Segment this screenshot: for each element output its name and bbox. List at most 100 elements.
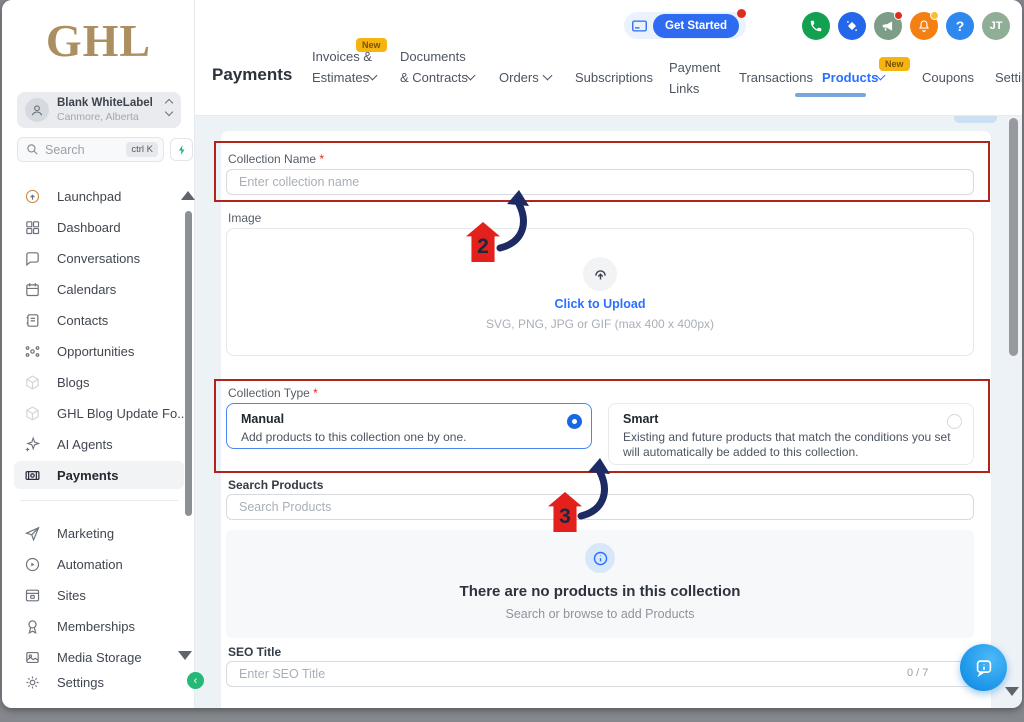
browser-window-icon <box>24 587 41 604</box>
phone-button[interactable] <box>802 12 830 40</box>
contacts-book-icon <box>24 312 41 329</box>
sidebar-item-payments[interactable]: Payments <box>14 461 184 489</box>
collection-type-option-smart[interactable]: Smart Existing and future products that … <box>608 403 974 465</box>
sidebar-item-calendars[interactable]: Calendars <box>14 275 184 303</box>
search-icon <box>26 143 39 156</box>
seo-title-char-counter: 0 / 7 <box>907 667 928 679</box>
tab-documents-contracts[interactable]: Documents & Contracts <box>400 46 474 88</box>
chevron-down-icon <box>543 71 553 81</box>
megaphone-icon <box>881 19 895 33</box>
new-badge: New <box>356 38 387 52</box>
main-scrollbar-thumb[interactable] <box>1009 118 1018 356</box>
cube-icon <box>24 374 41 391</box>
main-content: Collection Name * Image Click to Upload … <box>195 116 1022 708</box>
annotation-arrow-3 <box>573 458 625 520</box>
account-switcher[interactable]: Blank WhiteLabel Canmore, Alberta <box>17 92 181 128</box>
support-chat-button[interactable] <box>960 644 1007 691</box>
sidebar-search[interactable]: Search ctrl K <box>17 137 164 162</box>
sidebar-item-marketing[interactable]: Marketing <box>14 519 184 547</box>
sidebar-item-automation[interactable]: Automation <box>14 550 184 578</box>
click-to-upload-link[interactable]: Click to Upload <box>227 297 973 311</box>
upload-icon <box>583 257 617 291</box>
tab-subscriptions[interactable]: Subscriptions <box>575 67 653 88</box>
account-avatar-icon <box>25 98 49 122</box>
sidebar-item-dashboard[interactable]: Dashboard <box>14 213 184 241</box>
sparkle-icon <box>24 436 41 453</box>
announcements-button[interactable] <box>874 12 902 40</box>
calendar-icon <box>24 281 41 298</box>
collection-name-input[interactable] <box>226 169 974 195</box>
sidebar-collapse-button[interactable]: ‹ <box>187 672 204 689</box>
sidebar-item-opportunities[interactable]: Opportunities <box>14 337 184 365</box>
tab-payment-links[interactable]: Payment Links <box>669 57 727 99</box>
help-button[interactable]: ? <box>946 12 974 40</box>
seo-title-label: SEO Title <box>228 645 281 659</box>
notifications-button[interactable] <box>910 12 938 40</box>
academy-icon <box>845 19 859 33</box>
main-scroll-down-icon[interactable] <box>1005 687 1019 696</box>
sidebar-item-memberships[interactable]: Memberships <box>14 612 184 640</box>
sidebar-item-ghl-blog-update[interactable]: GHL Blog Update Fo... <box>14 399 184 427</box>
get-started-button[interactable]: Get Started <box>653 14 739 38</box>
radio-selected-icon[interactable] <box>567 414 582 429</box>
sidebar-item-ai-agents[interactable]: AI Agents <box>14 430 184 458</box>
sidebar-item-blogs[interactable]: Blogs <box>14 368 184 396</box>
image-icon <box>24 649 41 666</box>
empty-state-title: There are no products in this collection <box>226 583 974 600</box>
radio-unselected-icon[interactable] <box>947 414 962 429</box>
chat-info-icon <box>973 657 995 679</box>
notification-dot <box>930 11 939 20</box>
sidebar-scroll-up-icon[interactable] <box>181 191 195 200</box>
products-empty-state: There are no products in this collection… <box>226 530 974 638</box>
annotation-arrow-2 <box>492 190 544 252</box>
launchpad-icon <box>24 188 41 205</box>
tab-transactions[interactable]: Transactions <box>739 67 813 88</box>
brand-logo: GHL <box>2 14 195 67</box>
seo-title-input[interactable] <box>226 661 974 687</box>
user-avatar[interactable]: JT <box>982 12 1010 40</box>
collection-type-option-manual[interactable]: Manual Add products to this collection o… <box>226 403 592 449</box>
partially-hidden-button <box>954 116 997 123</box>
bell-icon <box>917 19 931 33</box>
payments-icon <box>24 467 41 484</box>
tab-products[interactable]: Products <box>822 67 878 88</box>
notification-dot <box>894 11 903 20</box>
search-products-label: Search Products <box>228 478 323 492</box>
upload-format-hint: SVG, PNG, JPG or GIF (max 400 x 400px) <box>227 317 973 331</box>
collection-name-label: Collection Name * <box>228 152 324 166</box>
collection-type-label: Collection Type * <box>228 386 318 400</box>
sidebar-divider <box>20 500 178 501</box>
tab-settings[interactable]: Settings <box>995 67 1022 88</box>
app-window: GHL Blank WhiteLabel Canmore, Alberta Se… <box>2 0 1022 708</box>
gear-icon <box>24 674 41 691</box>
tab-coupons[interactable]: Coupons <box>922 67 974 88</box>
account-location: Canmore, Alberta <box>57 111 139 123</box>
sidebar-item-conversations[interactable]: Conversations <box>14 244 184 272</box>
dashboard-icon <box>24 219 41 236</box>
image-upload-dropzone[interactable]: Click to Upload SVG, PNG, JPG or GIF (ma… <box>226 228 974 356</box>
cube-icon <box>24 405 41 422</box>
sidebar-item-settings[interactable]: Settings <box>14 668 184 696</box>
sidebar-item-launchpad[interactable]: Launchpad <box>14 182 184 210</box>
paper-plane-icon <box>24 525 41 542</box>
academy-button[interactable] <box>838 12 866 40</box>
sidebar-scroll-down-icon[interactable] <box>178 651 192 660</box>
sidebar-item-media-storage[interactable]: Media Storage <box>14 643 184 671</box>
tab-invoices-estimates[interactable]: Invoices & Estimates <box>312 46 376 88</box>
sidebar-item-sites[interactable]: Sites <box>14 581 184 609</box>
tab-orders[interactable]: Orders <box>499 67 539 88</box>
sidebar-item-contacts[interactable]: Contacts <box>14 306 184 334</box>
sidebar-scrollbar-thumb[interactable] <box>185 211 192 516</box>
active-tab-underline <box>795 93 866 97</box>
notification-dot <box>737 9 746 18</box>
search-shortcut-badge: ctrl K <box>126 142 158 157</box>
card-icon <box>632 20 647 32</box>
page-title: Payments <box>212 65 292 85</box>
ai-assistant-button[interactable] <box>170 138 193 161</box>
account-name: Blank WhiteLabel <box>57 97 153 109</box>
account-expand-icon <box>166 100 172 115</box>
get-started-pill: Get Started <box>624 12 746 39</box>
info-icon <box>585 543 615 573</box>
question-mark-icon: ? <box>956 18 965 34</box>
medal-icon <box>24 618 41 635</box>
